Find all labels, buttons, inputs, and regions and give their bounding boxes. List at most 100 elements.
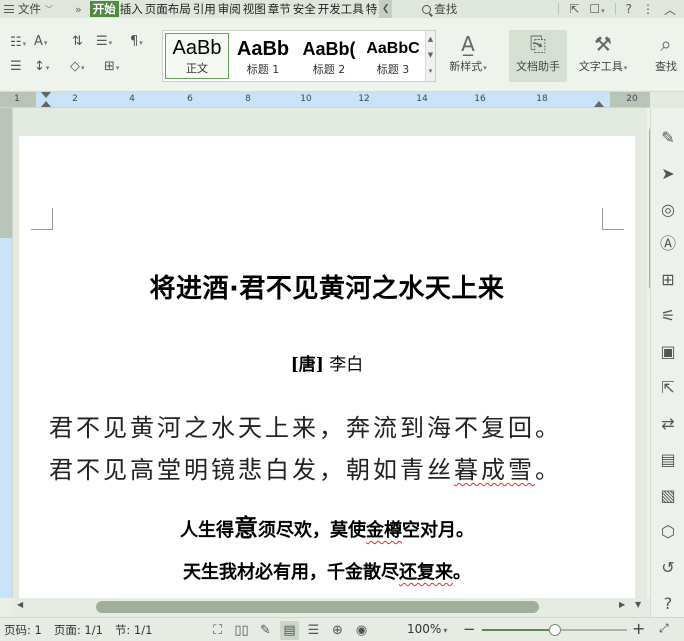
tab-insert[interactable]: 插入 (119, 1, 144, 17)
page-view-icon[interactable]: ▤ (280, 620, 299, 640)
writing-mode-icon[interactable]: ✎ (256, 621, 275, 640)
divider (614, 3, 616, 15)
tab-chapter[interactable]: 章节 (267, 1, 292, 17)
tab-review[interactable]: 审阅 (217, 1, 242, 17)
numbered-list-icon[interactable]: ☰▾ (96, 35, 112, 50)
ribbon-tabs: 开始 插入 页面布局 引用 审阅 视图 章节 安全 开发工具 特 ❮ (89, 0, 393, 18)
style-normal[interactable]: AaBb 正文 (165, 33, 229, 79)
select-cursor-icon[interactable]: ➤ (651, 164, 684, 184)
picture-icon[interactable]: ▧ (651, 486, 684, 506)
doc-assistant-icon: ⎘ (530, 32, 546, 56)
style-heading-3[interactable]: AaBbC 标题 3 (361, 35, 425, 77)
author-line[interactable]: [唐] 李白 (19, 350, 635, 375)
horizontal-scrollbar[interactable]: ◀ ▶ ▼ (13, 598, 650, 617)
hanging-indent-marker[interactable] (41, 101, 51, 107)
status-page-number[interactable]: 页码: 1 (0, 622, 48, 638)
collapse-ribbon-icon[interactable]: ︿ (664, 1, 676, 18)
scroll-right-arrow[interactable]: ▶ (619, 600, 625, 609)
tab-references[interactable]: 引用 (192, 1, 217, 17)
style-heading-1-caption: 标题 1 (246, 63, 280, 76)
find-icon: ⌕ (660, 32, 672, 56)
find-replace-button[interactable]: ⌕ 查找 (648, 30, 684, 82)
bold-line-2-end: 。 (453, 562, 471, 583)
pen-icon[interactable]: ✎ (651, 128, 684, 148)
tab-view[interactable]: 视图 (242, 1, 267, 17)
shield-icon[interactable]: ⬡ (651, 522, 684, 542)
zoom-slider-fill (482, 629, 555, 631)
bold-line-1[interactable]: 人生得意须尽欢，莫使金樽空对月。 (19, 508, 635, 543)
table-icon[interactable]: ⊞ (651, 270, 684, 290)
reading-mode-icon[interactable]: ▯▯ (232, 621, 251, 640)
tabs-overflow-button[interactable]: ❮ (379, 0, 393, 18)
text-tools-button[interactable]: ⚒ 文字工具▾ (572, 30, 634, 82)
tab-developer[interactable]: 开发工具 (317, 1, 365, 17)
translate-icon[interactable]: ⇄ (651, 414, 684, 434)
archive-icon[interactable]: ▤ (651, 450, 684, 470)
help-circle-icon[interactable]: ? (651, 594, 684, 614)
verse-line-1[interactable]: 君不见黄河之水天上来，奔流到海不复回。 (49, 408, 562, 443)
status-section[interactable]: 节: 1/1 (109, 622, 159, 638)
shading-icon[interactable]: ◇▾ (70, 60, 85, 75)
adjust-icon[interactable]: ⚟ (651, 306, 684, 326)
text-effect-icon[interactable]: A▾ (34, 35, 47, 50)
document-title[interactable]: 将进酒·君不见黄河之水天上来 (19, 268, 635, 305)
doc-assistant-button[interactable]: ⎘ 文档助手 (509, 30, 567, 82)
ruler-number: 18 (536, 94, 548, 104)
style-normal-caption: 正文 (186, 62, 208, 75)
style-heading-1[interactable]: AaBb 标题 1 (231, 35, 295, 77)
styles-scroll[interactable]: ▲ ▼ ▾ (425, 31, 435, 81)
search-button[interactable]: 查找 (422, 0, 457, 18)
author-name: 李白 (329, 355, 364, 375)
web-view-icon[interactable]: ⊕ (328, 621, 347, 640)
zoom-out-button[interactable]: − (463, 620, 476, 638)
bold-line-2[interactable]: 天生我材必有用，千金散尽还复来。 (19, 558, 635, 584)
file-menu-label: 文件 (18, 2, 41, 16)
zoom-slider[interactable] (482, 624, 627, 636)
document-page[interactable]: 将进酒·君不见黄河之水天上来 [唐] 李白 君不见黄河之水天上来，奔流到海不复回… (19, 136, 635, 598)
file-menu[interactable]: 文件 ﹀ (0, 0, 57, 18)
tab-home[interactable]: 开始 (89, 1, 119, 17)
tab-page-layout[interactable]: 页面布局 (144, 1, 192, 17)
status-page-count[interactable]: 页面: 1/1 (48, 622, 109, 638)
share-icon[interactable]: ⇱ (569, 2, 579, 16)
new-style-button[interactable]: A̲ 新样式▾ (444, 30, 492, 82)
tab-special[interactable]: 特 (365, 1, 379, 17)
shapes-icon[interactable]: ◎ (651, 200, 684, 220)
history-icon[interactable]: ↺ (651, 558, 684, 578)
right-indent-marker[interactable] (594, 101, 604, 107)
more-tabs-icon[interactable]: » (75, 3, 82, 16)
horizontal-scroll-thumb[interactable] (96, 601, 539, 613)
share-out-icon[interactable]: ⇱ (651, 378, 684, 398)
collab-icon[interactable]: ☐▾ (589, 2, 604, 16)
fullscreen-icon[interactable]: ⤢ (659, 621, 669, 636)
image-gallery-icon[interactable]: ▣ (651, 342, 684, 362)
zoom-in-button[interactable]: + (632, 619, 645, 638)
scroll-left-arrow[interactable]: ◀ (17, 600, 23, 609)
tab-security[interactable]: 安全 (292, 1, 317, 17)
verse-line-2[interactable]: 君不见高堂明镜悲白发，朝如青丝暮成雪。 (49, 450, 562, 485)
focus-mode-icon[interactable]: ⛶ (208, 621, 227, 640)
sort-icon[interactable]: ⇅ (72, 35, 83, 49)
text-style-icon[interactable]: Ⓐ (651, 234, 684, 254)
style-heading-2[interactable]: AaBb( 标题 2 (297, 35, 361, 77)
ruler-number: 16 (474, 94, 486, 104)
outline-view-icon[interactable]: ☰ (304, 621, 323, 640)
bullet-list-icon[interactable]: ☷▾ (10, 36, 26, 51)
show-marks-icon[interactable]: ¶▾ (130, 35, 143, 50)
border-icon[interactable]: ⊞▾ (104, 60, 119, 75)
first-line-indent-marker[interactable] (41, 92, 51, 98)
styles-gallery: AaBb 正文 AaBb 标题 1 AaBb( 标题 2 AaBbC 标题 3 … (162, 30, 436, 82)
more-options-icon[interactable]: ⋮ (642, 2, 654, 16)
help-icon[interactable]: ? (626, 2, 632, 16)
vertical-ruler[interactable] (0, 108, 13, 598)
align-distribute-icon[interactable]: ☰ (10, 60, 22, 74)
ruler-number: 14 (416, 94, 428, 104)
zoom-dropdown[interactable]: 100% ▾ (407, 622, 447, 636)
document-canvas[interactable]: 将进酒·君不见黄河之水天上来 [唐] 李白 君不见黄河之水天上来，奔流到海不复回… (13, 108, 650, 598)
horizontal-ruler[interactable]: 1 2 4 6 8 10 12 14 16 18 20 (0, 92, 650, 108)
scroll-down-arrow[interactable]: ▼ (635, 600, 641, 609)
eye-protection-icon[interactable]: ◉ (352, 621, 371, 640)
wrench-icon: ⚒ (594, 32, 612, 56)
line-spacing-icon[interactable]: ↕▾ (34, 60, 49, 75)
zoom-slider-knob[interactable] (548, 624, 561, 636)
